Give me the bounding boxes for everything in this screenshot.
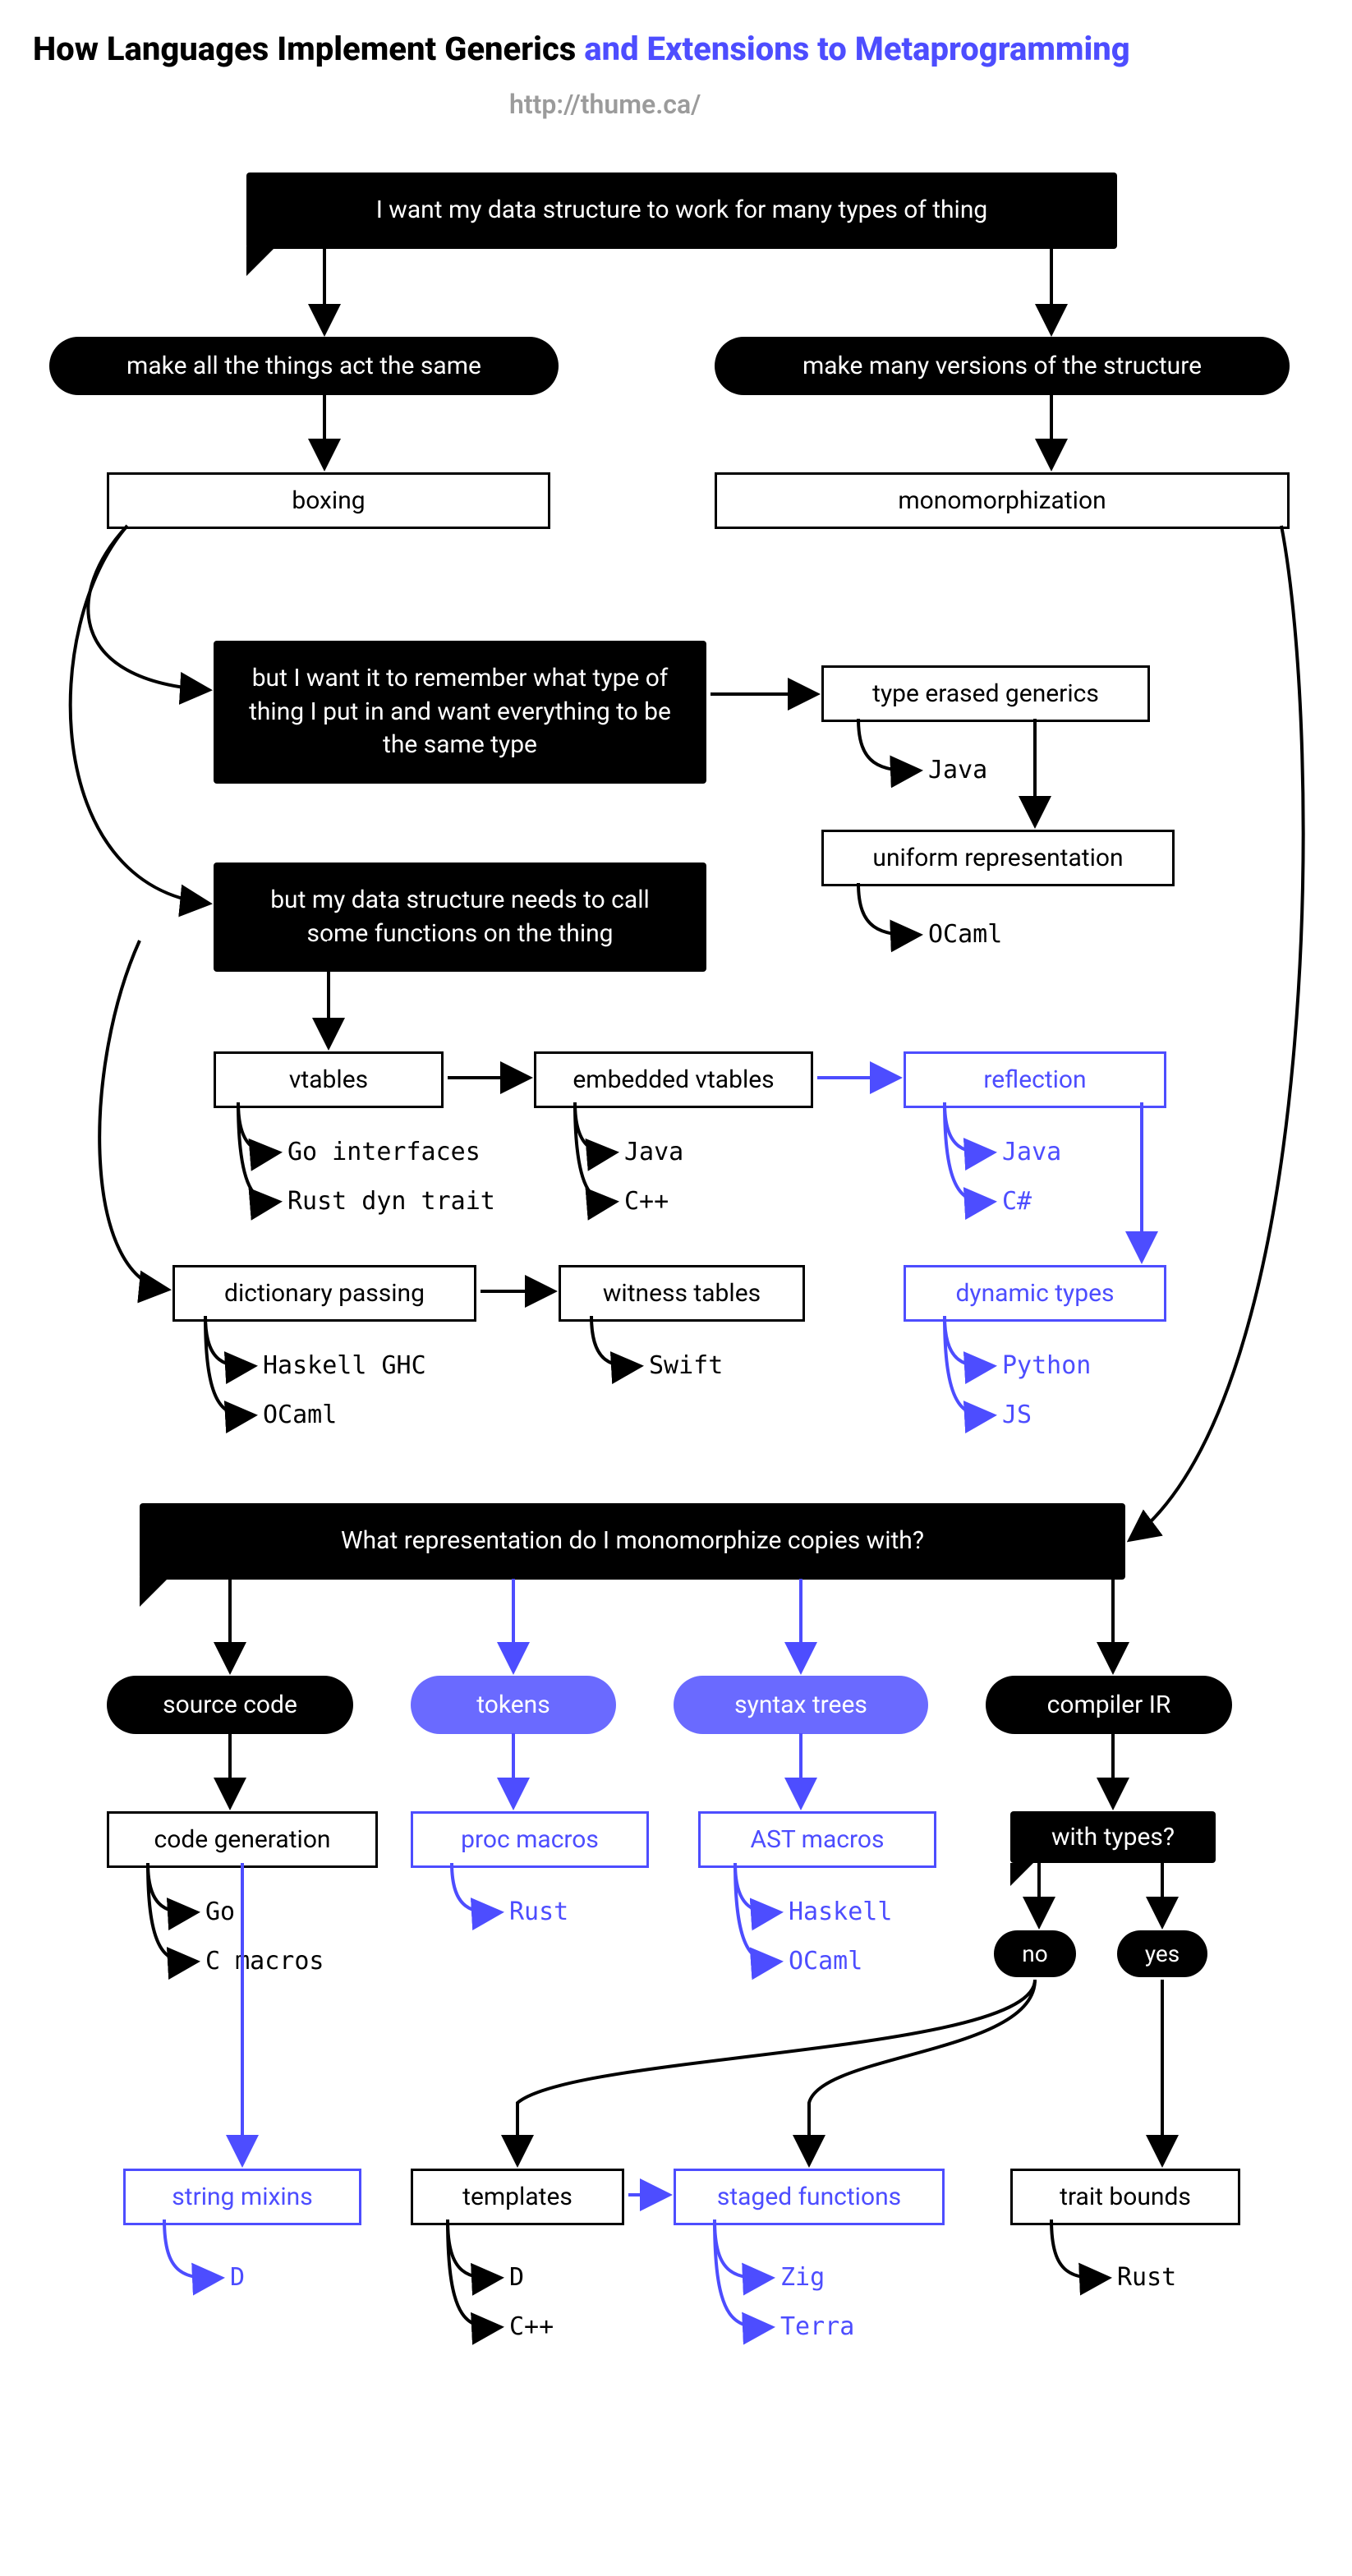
question-remember: but I want it to remember what type of t… <box>214 641 706 784</box>
lang-js: JS <box>1002 1401 1032 1429</box>
question-functions: but my data structure needs to call some… <box>214 862 706 972</box>
title: How Languages Implement Generics and Ext… <box>33 30 1130 68</box>
lang-java-1: Java <box>928 756 987 784</box>
box-string-mixins: string mixins <box>123 2169 361 2225</box>
box-reflection: reflection <box>904 1051 1166 1108</box>
lang-python: Python <box>1002 1351 1091 1380</box>
lang-csharp: C# <box>1002 1187 1032 1216</box>
lang-cpp-2: C++ <box>509 2312 554 2341</box>
title-main: How Languages Implement Generics <box>33 30 576 68</box>
lang-haskell-ghc: Haskell GHC <box>263 1351 426 1380</box>
choice-make-many: make many versions of the structure <box>715 337 1290 395</box>
box-vtables: vtables <box>214 1051 444 1108</box>
answer-yes: yes <box>1117 1930 1207 1977</box>
lang-d-2: D <box>509 2263 524 2292</box>
question-representation: What representation do I monomorphize co… <box>140 1503 1125 1580</box>
choice-compiler-ir: compiler IR <box>986 1676 1232 1734</box>
title-extension: and Extensions to Metaprogramming <box>576 30 1129 68</box>
speech-tail-icon <box>1010 1863 1033 1886</box>
root-question: I want my data structure to work for man… <box>246 172 1117 249</box>
choice-syntax-trees: syntax trees <box>674 1676 928 1734</box>
box-staged-functions: staged functions <box>674 2169 945 2225</box>
lang-ocaml-1: OCaml <box>928 920 1002 949</box>
answer-no: no <box>994 1930 1076 1977</box>
speech-tail-icon <box>246 246 276 276</box>
box-witness-tables: witness tables <box>559 1265 805 1322</box>
lang-ocaml-3: OCaml <box>789 1947 862 1976</box>
lang-rust-1: Rust <box>509 1898 568 1926</box>
box-proc-macros: proc macros <box>411 1811 649 1868</box>
lang-haskell-2: Haskell <box>789 1898 892 1926</box>
speech-tail-icon <box>214 936 243 966</box>
box-dictionary-passing: dictionary passing <box>172 1265 476 1322</box>
lang-terra: Terra <box>780 2312 854 2341</box>
box-boxing: boxing <box>107 472 550 529</box>
lang-ocaml-2: OCaml <box>263 1401 337 1429</box>
lang-cpp-1: C++ <box>624 1187 669 1216</box>
lang-java-3: Java <box>1002 1138 1061 1166</box>
lang-rust-2: Rust <box>1117 2263 1176 2292</box>
diagram-canvas: How Languages Implement Generics and Ext… <box>0 0 1352 2576</box>
lang-rust-dyn-trait: Rust dyn trait <box>287 1187 495 1216</box>
choice-make-same: make all the things act the same <box>49 337 559 395</box>
box-code-generation: code generation <box>107 1811 378 1868</box>
lang-c-macros: C macros <box>205 1947 324 1976</box>
question-with-types: with types? <box>1010 1811 1216 1863</box>
lang-swift: Swift <box>649 1351 723 1380</box>
lang-go-2: Go <box>205 1898 235 1926</box>
box-templates: templates <box>411 2169 624 2225</box>
lang-d-1: D <box>230 2263 245 2292</box>
lang-go-interfaces: Go interfaces <box>287 1138 481 1166</box>
speech-tail-icon <box>140 1577 169 1607</box>
box-embedded-vtables: embedded vtables <box>534 1051 813 1108</box>
lang-zig: Zig <box>780 2263 825 2292</box>
choice-source-code: source code <box>107 1676 353 1734</box>
box-uniform-representation: uniform representation <box>821 830 1175 886</box>
choice-tokens: tokens <box>411 1676 616 1734</box>
box-monomorphization: monomorphization <box>715 472 1290 529</box>
subtitle-url: http://thume.ca/ <box>509 89 701 120</box>
lang-java-2: Java <box>624 1138 683 1166</box>
box-ast-macros: AST macros <box>698 1811 936 1868</box>
box-dynamic-types: dynamic types <box>904 1265 1166 1322</box>
speech-tail-icon <box>214 748 243 777</box>
box-trait-bounds: trait bounds <box>1010 2169 1240 2225</box>
box-type-erased: type erased generics <box>821 665 1150 722</box>
